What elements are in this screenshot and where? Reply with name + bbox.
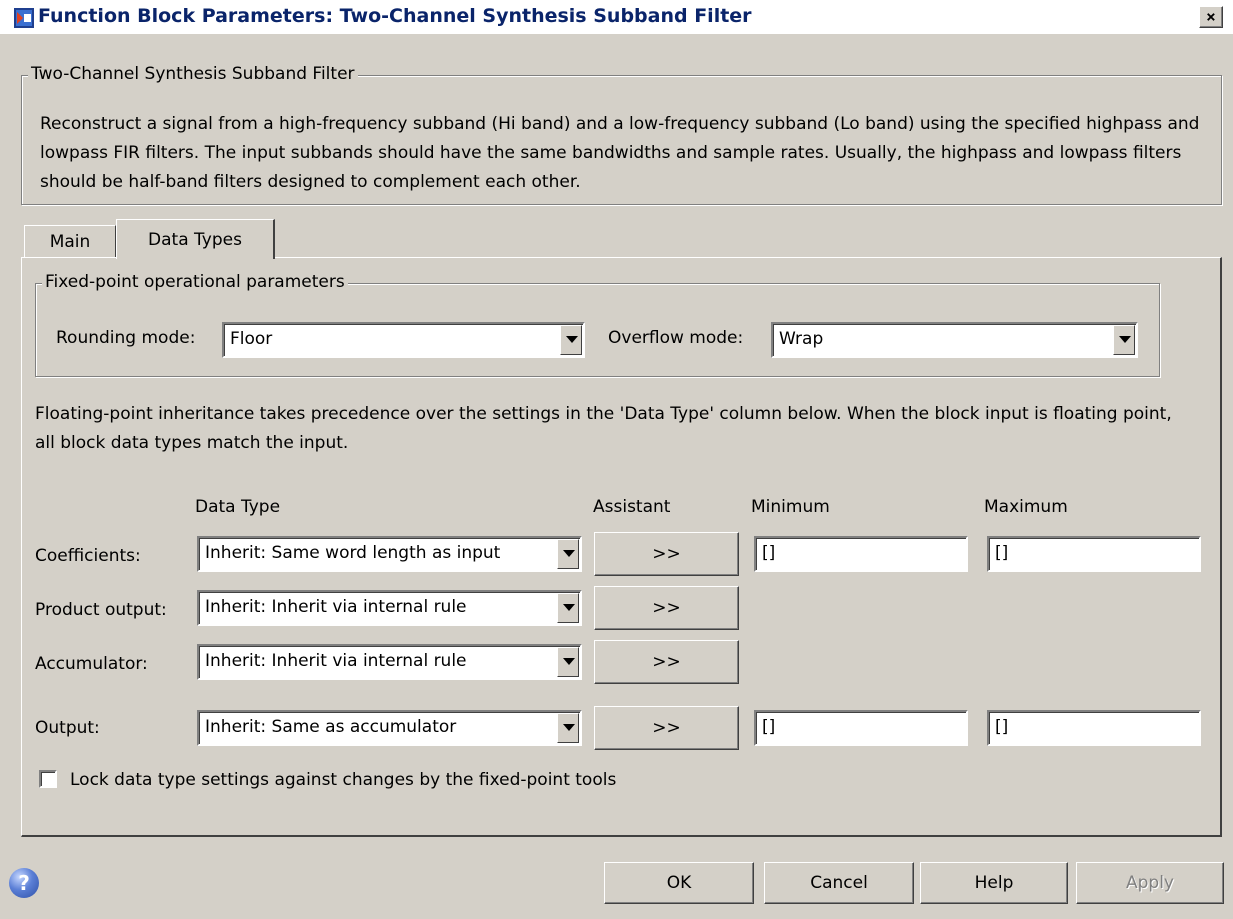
product-output-data-type-value: Inherit: Inherit via internal rule (205, 597, 467, 617)
tab-data-types-label: Data Types (148, 230, 242, 250)
chevron-down-icon[interactable] (1113, 325, 1135, 355)
simulink-block-icon (14, 8, 34, 28)
overflow-mode-label: Overflow mode: (608, 328, 744, 348)
coefficients-data-type-value: Inherit: Same word length as input (205, 543, 501, 563)
header-assistant: Assistant (593, 497, 671, 517)
output-minimum-input[interactable]: [] (754, 710, 968, 746)
chevron-down-icon[interactable] (557, 593, 579, 623)
header-minimum: Minimum (751, 497, 830, 517)
coefficients-assistant-button[interactable]: >> (594, 532, 739, 576)
chevron-down-icon[interactable] (557, 539, 579, 569)
coefficients-maximum-input[interactable]: [] (987, 536, 1201, 572)
close-button[interactable]: × (1199, 6, 1223, 28)
header-data-type: Data Type (195, 497, 281, 517)
row-label-output: Output: (35, 718, 100, 738)
inheritance-note: Floating-point inheritance takes precede… (35, 404, 1172, 453)
block-description: Reconstruct a signal from a high-frequen… (40, 114, 1200, 192)
tab-main-label: Main (49, 232, 91, 252)
output-assistant-button[interactable]: >> (594, 706, 739, 750)
row-label-coefficients: Coefficients: (35, 546, 141, 566)
ok-button[interactable]: OK (604, 862, 754, 904)
coefficients-minimum-input[interactable]: [] (754, 536, 968, 572)
cancel-button[interactable]: Cancel (764, 862, 914, 904)
coefficients-data-type-select[interactable]: Inherit: Same word length as input (197, 536, 582, 572)
help-button[interactable]: Help (920, 862, 1068, 904)
accumulator-data-type-value: Inherit: Inherit via internal rule (205, 651, 467, 671)
row-label-accumulator: Accumulator: (35, 654, 148, 674)
row-label-product-output: Product output: (35, 600, 167, 620)
help-icon[interactable]: ? (9, 868, 39, 898)
fixed-point-group-legend: Fixed-point operational parameters (42, 272, 348, 292)
product-output-data-type-select[interactable]: Inherit: Inherit via internal rule (197, 590, 582, 626)
lock-data-types-label[interactable]: Lock data type settings against changes … (70, 770, 616, 790)
lock-data-types-checkbox[interactable] (39, 770, 57, 788)
product-output-assistant-button[interactable]: >> (594, 586, 739, 630)
description-group-legend: Two-Channel Synthesis Subband Filter (28, 64, 358, 84)
description-group: Two-Channel Synthesis Subband Filter Rec… (21, 64, 1222, 205)
overflow-mode-value: Wrap (779, 329, 824, 349)
tab-data-types[interactable]: Data Types (116, 219, 275, 259)
tab-main[interactable]: Main (24, 225, 116, 258)
output-data-type-value: Inherit: Same as accumulator (205, 717, 457, 737)
chevron-down-icon[interactable] (557, 647, 579, 677)
chevron-down-icon[interactable] (557, 713, 579, 743)
accumulator-assistant-button[interactable]: >> (594, 640, 739, 684)
rounding-mode-label: Rounding mode: (56, 328, 196, 348)
window-title: Function Block Parameters: Two-Channel S… (38, 5, 752, 27)
accumulator-data-type-select[interactable]: Inherit: Inherit via internal rule (197, 644, 582, 680)
apply-button[interactable]: Apply (1076, 862, 1224, 904)
rounding-mode-value: Floor (230, 329, 273, 349)
overflow-mode-select[interactable]: Wrap (771, 322, 1138, 358)
header-maximum: Maximum (984, 497, 1068, 517)
close-icon: × (1206, 7, 1216, 26)
title-bar: Function Block Parameters: Two-Channel S… (0, 0, 1233, 34)
output-data-type-select[interactable]: Inherit: Same as accumulator (197, 710, 582, 746)
question-mark-glyph: ? (18, 871, 30, 895)
rounding-mode-select[interactable]: Floor (222, 322, 585, 358)
output-maximum-input[interactable]: [] (987, 710, 1201, 746)
chevron-down-icon[interactable] (560, 325, 582, 355)
